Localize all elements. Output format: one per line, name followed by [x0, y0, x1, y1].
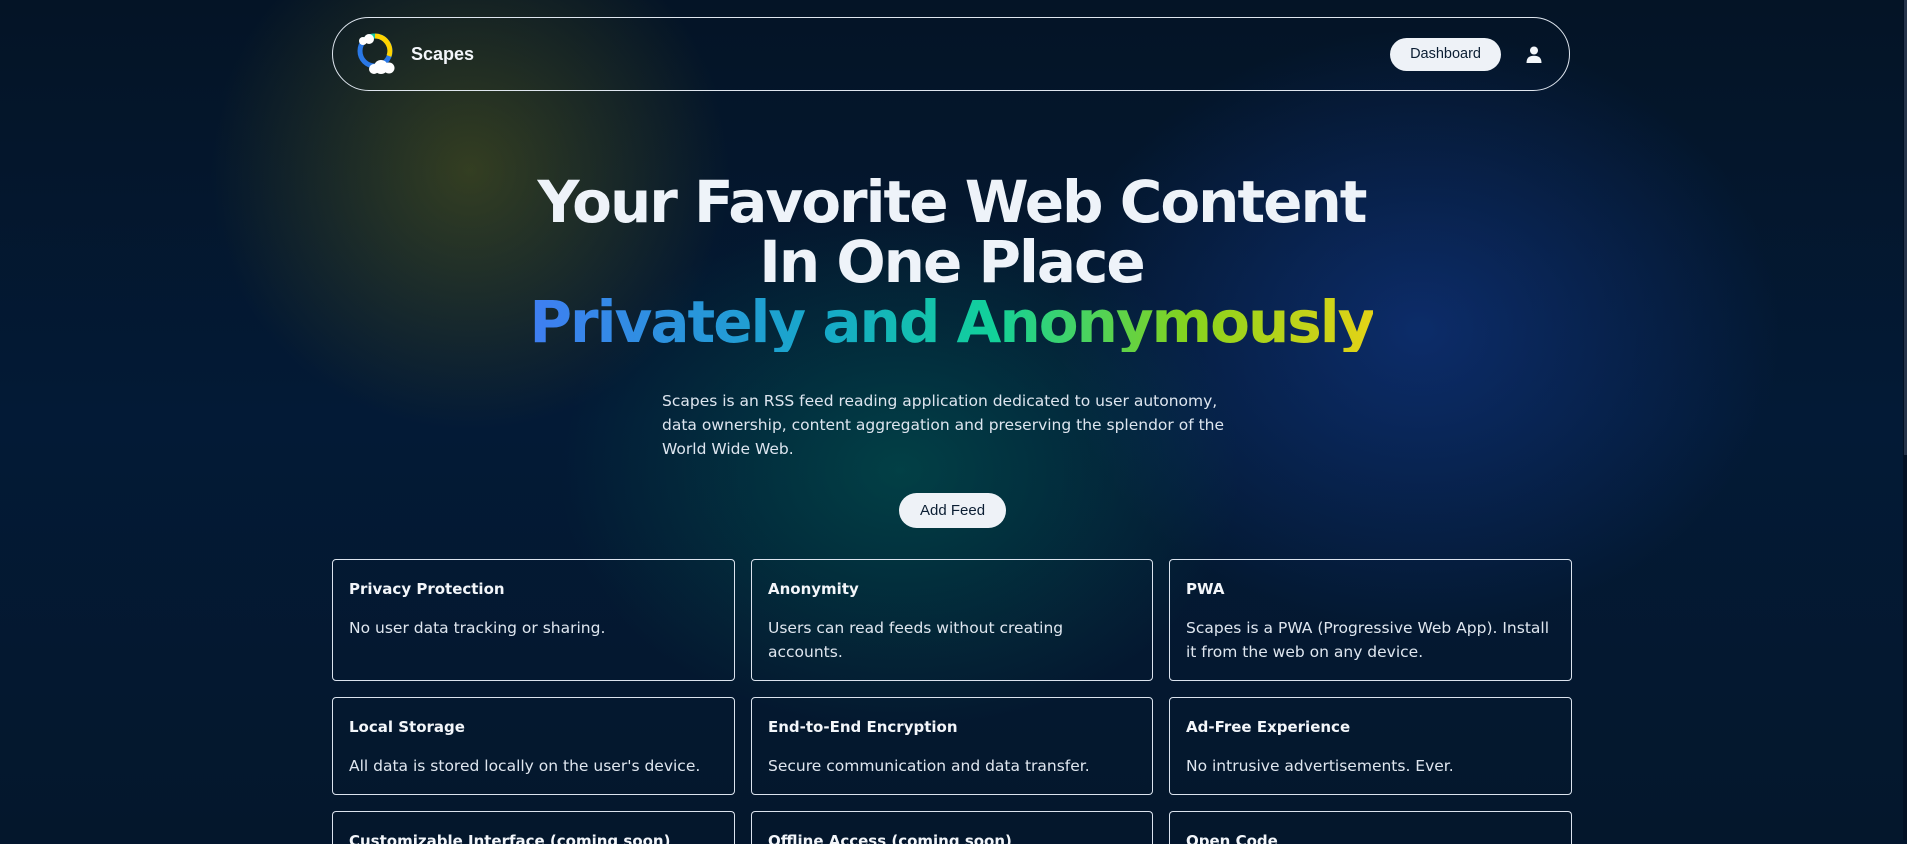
feature-card-pwa: PWA Scapes is a PWA (Progressive Web App…	[1169, 559, 1572, 681]
feature-title: Open Code	[1186, 832, 1278, 844]
nav-actions: Dashboard	[1390, 37, 1545, 71]
feature-card-privacy: Privacy Protection No user data tracking…	[332, 559, 735, 681]
brand-name: Scapes	[411, 43, 475, 64]
feature-card-open-code: Open Code	[1169, 811, 1572, 844]
feature-title: Customizable Interface (coming soon)	[349, 832, 671, 844]
feature-card-local-storage: Local Storage All data is stored locally…	[332, 697, 735, 795]
feature-text: All data is stored locally on the user's…	[349, 757, 701, 775]
hero-heading: Your Favorite Web Content In One Place P…	[0, 172, 1903, 352]
feature-card-offline: Offline Access (coming soon)	[751, 811, 1153, 844]
feature-title: Local Storage	[349, 718, 465, 736]
feature-title: Ad-Free Experience	[1186, 718, 1351, 736]
feature-text: Users can read feeds without creating ac…	[768, 619, 1064, 661]
feature-card-encryption: End-to-End Encryption Secure communicati…	[751, 697, 1153, 795]
feature-text: No user data tracking or sharing.	[349, 619, 606, 637]
user-icon[interactable]	[1523, 43, 1545, 65]
add-feed-button[interactable]: Add Feed	[899, 493, 1007, 528]
dashboard-button[interactable]: Dashboard	[1390, 37, 1501, 71]
feature-title: Privacy Protection	[349, 580, 505, 598]
feature-title: Offline Access (coming soon)	[768, 832, 1012, 844]
hero-title-line-2: In One Place	[759, 228, 1145, 296]
hero-title-line-1: Your Favorite Web Content	[537, 168, 1367, 236]
feature-card-ad-free: Ad-Free Experience No intrusive advertis…	[1169, 697, 1572, 795]
hero-title-gradient: Privately and Anonymously	[529, 288, 1376, 356]
feature-title: PWA	[1186, 580, 1225, 598]
top-navbar: Scapes Dashboard	[332, 17, 1570, 91]
feature-text: Secure communication and data transfer.	[768, 757, 1090, 775]
hero-description: Scapes is an RSS feed reading applicatio…	[662, 392, 1225, 458]
feature-text: No intrusive advertisements. Ever.	[1186, 757, 1454, 775]
scapes-logo-icon	[353, 31, 399, 77]
feature-text: Scapes is a PWA (Progressive Web App). I…	[1186, 619, 1550, 661]
brand[interactable]: Scapes	[353, 31, 474, 77]
feature-title: End-to-End Encryption	[768, 718, 958, 736]
feature-card-customizable: Customizable Interface (coming soon)	[332, 811, 735, 844]
feature-card-anonymity: Anonymity Users can read feeds without c…	[751, 559, 1153, 681]
feature-title: Anonymity	[768, 580, 859, 598]
page-scrollbar[interactable]	[1903, 0, 1907, 840]
